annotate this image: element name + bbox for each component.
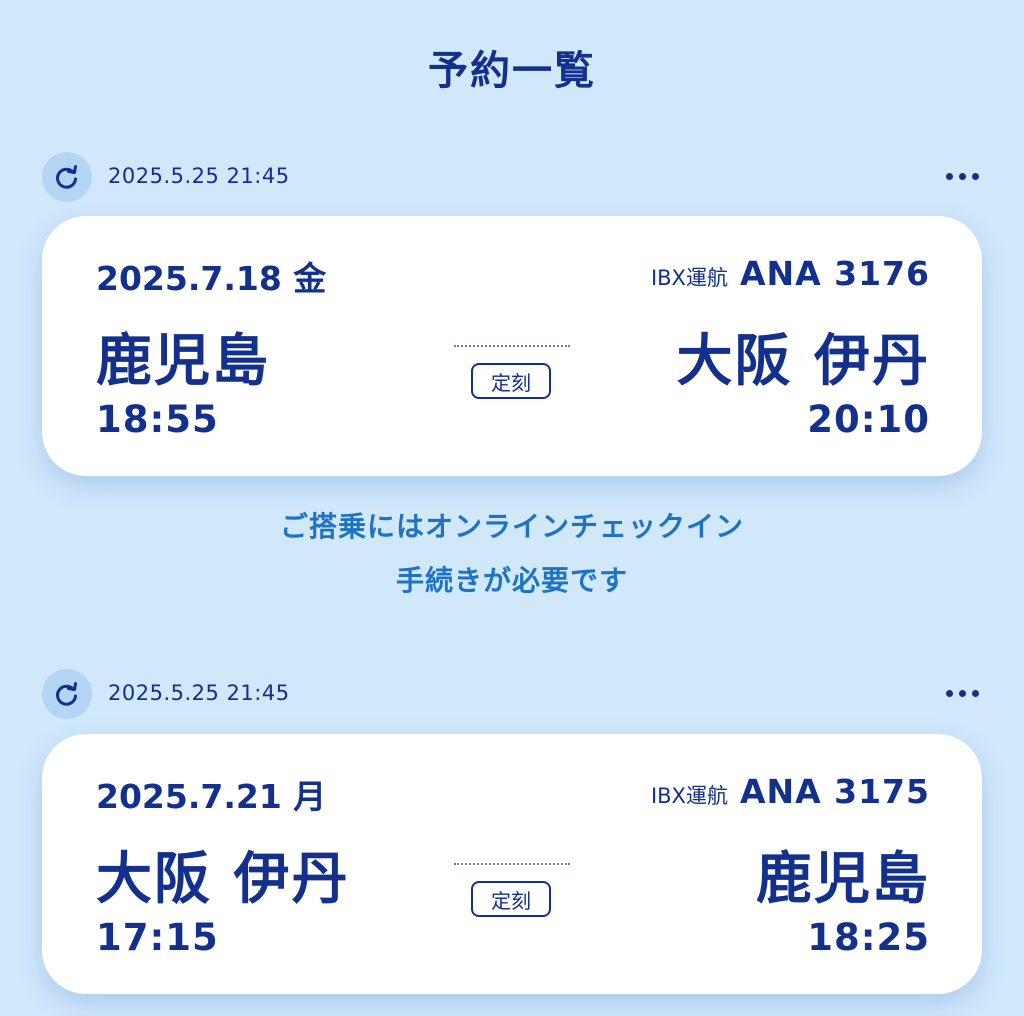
online-checkin-notice[interactable]: ご搭乗にはオンラインチェックイン 手続きが必要です xyxy=(0,500,1024,608)
reservation-2-updated-row: 2025.5.25 21:45 xyxy=(42,669,982,719)
arrival-time: 20:10 xyxy=(807,398,930,441)
reservation-1-card[interactable]: 2025.7.18 金 IBX運航 ANA 3176 鹿児島 定刻 大阪 伊丹 … xyxy=(42,216,982,476)
more-icon xyxy=(945,172,979,180)
reservation-2-refresh-button[interactable] xyxy=(42,669,92,719)
flight-operator: IBX運航 ANA 3176 xyxy=(651,254,930,293)
reservation-1-updated-time: 2025.5.25 21:45 xyxy=(108,164,290,188)
departure-time: 18:55 xyxy=(96,398,219,441)
flight-operator: IBX運航 ANA 3175 xyxy=(651,772,930,811)
status-badge: 定刻 xyxy=(471,363,551,399)
refresh-icon xyxy=(56,682,77,706)
status-badge: 定刻 xyxy=(471,881,551,917)
operated-by-label: IBX運航 xyxy=(650,266,728,290)
route-divider xyxy=(454,345,570,347)
route-divider xyxy=(454,863,570,865)
destination-airport: 大阪 伊丹 xyxy=(676,329,930,394)
reservation-1-refresh-button[interactable] xyxy=(42,152,92,202)
reservation-2-card[interactable]: 2025.7.21 月 IBX運航 ANA 3175 大阪 伊丹 定刻 鹿児島 … xyxy=(42,734,982,994)
reservation-1-updated-row: 2025.5.25 21:45 xyxy=(42,152,982,202)
reservation-1-more-button[interactable] xyxy=(942,156,982,196)
arrival-time: 18:25 xyxy=(807,916,930,959)
reservation-2-more-button[interactable] xyxy=(942,673,982,713)
destination-airport: 鹿児島 xyxy=(756,847,930,912)
origin-airport: 鹿児島 xyxy=(96,329,270,394)
flight-date: 2025.7.18 金 xyxy=(96,259,327,298)
page-title: 予約一覧 xyxy=(428,48,596,94)
reservation-2-updated-time: 2025.5.25 21:45 xyxy=(108,681,290,705)
flight-date: 2025.7.21 月 xyxy=(96,777,327,816)
departure-time: 17:15 xyxy=(96,916,219,959)
refresh-icon xyxy=(56,165,77,189)
notice-line-1: ご搭乗にはオンラインチェックイン xyxy=(279,510,744,543)
origin-airport: 大阪 伊丹 xyxy=(96,847,350,912)
notice-line-2: 手続きが必要です xyxy=(395,564,628,597)
flight-number: ANA 3176 xyxy=(739,254,930,293)
operated-by-label: IBX運航 xyxy=(650,784,728,808)
more-icon xyxy=(945,689,979,697)
flight-number: ANA 3175 xyxy=(739,772,930,811)
